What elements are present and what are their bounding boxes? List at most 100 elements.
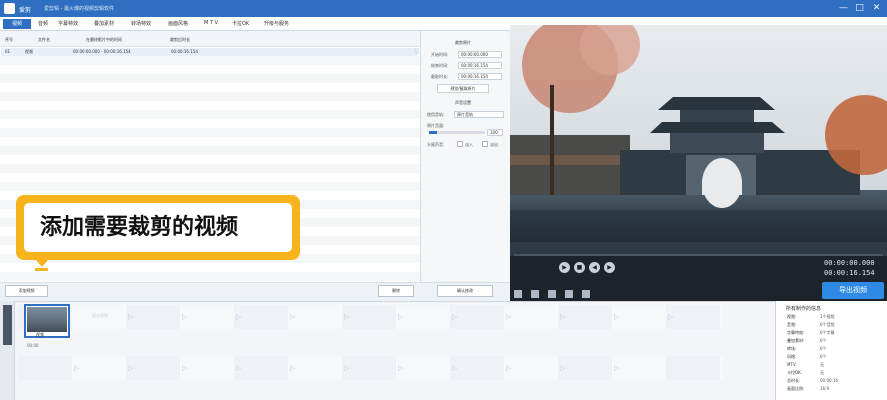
- slot-arrow-icon: ▷: [452, 313, 458, 321]
- info-value: 0个字幕: [820, 330, 835, 335]
- list-scrollbar[interactable]: [414, 48, 419, 54]
- close-button[interactable]: ✕: [871, 3, 882, 14]
- info-key: 总时长:: [787, 378, 801, 383]
- preview-scene: [510, 25, 887, 242]
- folder-icon[interactable]: [531, 290, 539, 298]
- save-icon[interactable]: [565, 290, 573, 298]
- row-filename: 视频: [25, 49, 33, 54]
- info-value: 0个: [820, 338, 827, 343]
- settings-panel: [420, 31, 510, 301]
- info-key: 风格:: [787, 354, 797, 359]
- info-value: 0个: [820, 354, 827, 359]
- info-key: MTV:: [787, 362, 797, 367]
- tab-style[interactable]: 画面风格: [168, 20, 188, 27]
- info-value: 1个视频: [820, 314, 835, 319]
- info-key: 视频:: [787, 314, 797, 319]
- start-time-field[interactable]: 00:00:00.000: [458, 51, 502, 58]
- slot-arrow-icon: ▷: [614, 313, 620, 321]
- slot-arrow-icon: ▷: [560, 313, 566, 321]
- delete-button[interactable]: 删除: [378, 285, 414, 297]
- fullscreen-icon[interactable]: [514, 290, 522, 298]
- info-value: 无: [820, 370, 824, 375]
- slot-arrow-icon: ▷: [668, 313, 674, 321]
- clip-name: 视频: [36, 332, 44, 337]
- maximize-button[interactable]: □: [854, 3, 865, 14]
- volume-slider-fill: [429, 131, 437, 134]
- col-time: 在最终影片中的时间: [86, 37, 122, 42]
- end-time-field[interactable]: 00:00:16.154: [458, 62, 502, 69]
- tab-transition[interactable]: 转场特效: [131, 20, 151, 27]
- row-time: 00:00:00.000 - 00:00:16.154: [73, 49, 131, 54]
- info-key: 卡拉OK:: [787, 370, 803, 375]
- slot-arrow-icon: ▷: [506, 313, 512, 321]
- slot-arrow-icon: ▷: [398, 364, 404, 372]
- info-value: 0个: [820, 346, 827, 351]
- slot-arrow-icon: ▷: [236, 364, 242, 372]
- info-key: 字幕特效:: [787, 330, 805, 335]
- tab-upgrade[interactable]: 升级与服务: [264, 20, 289, 27]
- row-duration: 00:00:16.154: [171, 49, 198, 54]
- tab-overlay[interactable]: 叠加素材: [94, 20, 114, 27]
- minimize-button[interactable]: —: [838, 3, 849, 14]
- tab-mtv[interactable]: M T V: [204, 20, 218, 26]
- table-row[interactable]: 01 视频 00:00:00.000 - 00:00:16.154 00:00:…: [1, 48, 417, 56]
- slot-arrow-icon: ▷: [182, 313, 188, 321]
- section-clip-title: 裁剪原片: [455, 40, 471, 45]
- slot-arrow-icon: ▷: [452, 364, 458, 372]
- info-value: 无: [820, 362, 824, 367]
- slot-arrow-icon: ▷: [182, 364, 188, 372]
- tab-audio[interactable]: 音频: [38, 20, 48, 27]
- export-video-button[interactable]: 导出视频: [822, 282, 884, 299]
- end-time-label: 结束时间:: [431, 63, 449, 68]
- volume-field[interactable]: 100: [487, 129, 503, 136]
- slot-arrow-icon: ▷: [290, 364, 296, 372]
- callout-text: 添加需要裁剪的视频: [24, 203, 292, 252]
- slot-arrow-icon: ▷: [614, 364, 620, 372]
- fade-out-checkbox[interactable]: [482, 141, 488, 147]
- timeline-side-tab[interactable]: [3, 305, 12, 345]
- col-index: 序号: [5, 37, 13, 42]
- fade-in-label: 淡入: [465, 142, 473, 147]
- stop-icon[interactable]: ■: [574, 262, 585, 273]
- info-value: 16:9: [820, 386, 829, 391]
- add-video-button[interactable]: 添加视频: [5, 285, 48, 297]
- slot-arrow-icon: ▷: [290, 313, 296, 321]
- fade-in-checkbox[interactable]: [457, 141, 463, 147]
- preview-clip-button[interactable]: 预览/截取原片: [437, 84, 489, 93]
- next-frame-icon[interactable]: ▶: [604, 262, 615, 273]
- info-key: 叠加素材:: [787, 338, 805, 343]
- clip-note: 00:00: [27, 343, 39, 348]
- callout-marker: [35, 268, 48, 271]
- prev-frame-icon[interactable]: ◀: [589, 262, 600, 273]
- slot-arrow-icon: ▷: [560, 364, 566, 372]
- video-preview: [510, 25, 887, 242]
- timeline-track-audio[interactable]: ▷ ▷ ▷ ▷ ▷ ▷ ▷ ▷ ▷ ▷ ▷: [18, 356, 723, 380]
- total-time: 00:00:16.154: [824, 269, 875, 277]
- empty-slot-label: 双击添加: [92, 313, 108, 318]
- timeline-track-video[interactable]: ▷ ▷ ▷ ▷ ▷ ▷ ▷ ▷ ▷ ▷ ▷ 双击添加: [18, 305, 723, 329]
- slot-arrow-icon: ▷: [398, 313, 404, 321]
- share-icon[interactable]: [582, 290, 590, 298]
- section-audio-title: 声音设置: [455, 100, 471, 105]
- start-time-label: 开始时间:: [431, 52, 449, 57]
- duration-field[interactable]: 00:00:16.154: [458, 73, 502, 80]
- col-filename: 文件名: [38, 37, 50, 42]
- app-name: 爱剪: [19, 7, 32, 14]
- app-subtitle: 爱剪辑 - 最火爆的视频剪辑软件: [44, 6, 114, 12]
- slot-arrow-icon: ▷: [128, 364, 134, 372]
- list-header: 序号 文件名 在最终影片中的时间 裁剪后时长: [0, 31, 420, 47]
- track-select[interactable]: 原片音轨: [454, 111, 504, 118]
- info-key: 画面比例:: [787, 386, 805, 391]
- volume-slider[interactable]: [429, 131, 485, 134]
- volume-label: 原片音量:: [427, 123, 445, 128]
- slot-arrow-icon: ▷: [128, 313, 134, 321]
- tab-video[interactable]: 视频: [3, 19, 31, 29]
- tab-subtitle-effects[interactable]: 字幕特效: [58, 20, 78, 27]
- current-time: 00:00:00.000: [824, 259, 875, 267]
- clip-thumbnail: [27, 307, 67, 332]
- tab-karaoke[interactable]: 卡拉OK: [232, 20, 249, 27]
- confirm-edit-button[interactable]: 确认修改: [437, 285, 493, 297]
- row-index: 01: [5, 49, 11, 54]
- play-icon[interactable]: ▶: [559, 262, 570, 273]
- snapshot-icon[interactable]: [548, 290, 556, 298]
